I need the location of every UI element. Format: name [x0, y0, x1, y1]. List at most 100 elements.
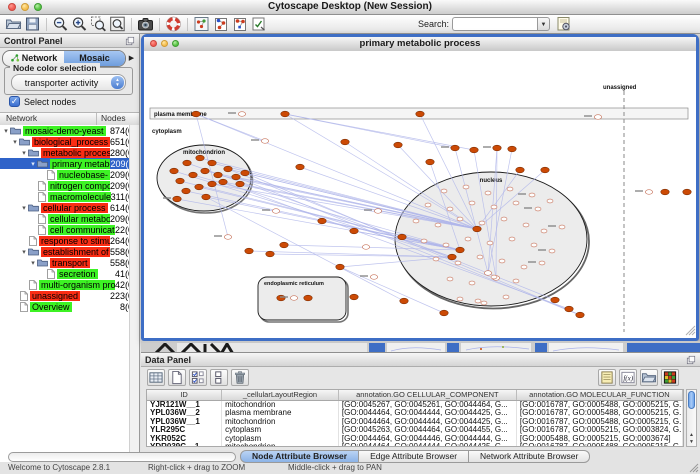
- network-node[interactable]: [208, 181, 216, 187]
- network-node[interactable]: [394, 142, 402, 148]
- network-node[interactable]: [457, 217, 463, 221]
- tree-row-nitrogen-compo[interactable]: nitrogen compo209(0): [0, 180, 139, 191]
- scrollbar-thumb[interactable]: [688, 391, 695, 409]
- network-node[interactable]: [201, 168, 209, 174]
- network-node[interactable]: [318, 218, 326, 224]
- network-node[interactable]: [266, 251, 274, 257]
- zoom-in-icon[interactable]: [71, 16, 88, 32]
- network-node[interactable]: [413, 219, 419, 223]
- network-node[interactable]: [501, 217, 507, 221]
- network-node[interactable]: [508, 146, 516, 152]
- network-node[interactable]: [523, 223, 529, 227]
- heatmap-icon[interactable]: [661, 369, 679, 386]
- network-node[interactable]: [469, 201, 475, 205]
- save-icon[interactable]: [24, 16, 41, 32]
- network-node[interactable]: [487, 241, 493, 245]
- network-node[interactable]: [513, 279, 519, 283]
- network-node[interactable]: [499, 259, 505, 263]
- network-node[interactable]: [400, 298, 408, 304]
- search-input[interactable]: [452, 17, 537, 31]
- network-node[interactable]: [484, 271, 491, 276]
- network-node[interactable]: [350, 228, 358, 234]
- network-node[interactable]: [196, 155, 204, 161]
- expand-arrow-icon[interactable]: ▾: [11, 138, 19, 146]
- network-node[interactable]: [469, 281, 475, 285]
- expand-arrow-icon[interactable]: ▾: [29, 160, 37, 168]
- column-header[interactable]: annotation.GO CELLULAR_COMPONENT: [339, 390, 517, 400]
- network-node[interactable]: [241, 170, 249, 176]
- network-node[interactable]: [683, 189, 691, 195]
- zoom-fit-icon[interactable]: [109, 16, 126, 32]
- network-node[interactable]: [182, 188, 190, 194]
- network-node[interactable]: [479, 221, 485, 225]
- network-node[interactable]: [463, 185, 469, 189]
- network-node[interactable]: [416, 111, 424, 117]
- column-header[interactable]: _cellularLayoutRegion: [222, 390, 339, 400]
- zoom-selected-icon[interactable]: [90, 16, 107, 32]
- open-icon[interactable]: [5, 16, 22, 32]
- tree-row-cellular-process[interactable]: ▾cellular process614(0): [0, 202, 139, 213]
- network-node[interactable]: [245, 248, 253, 254]
- table-scrollbar[interactable]: ▲▼: [686, 389, 697, 447]
- annotation-icon[interactable]: [231, 16, 248, 32]
- expand-arrow-icon[interactable]: ▾: [20, 204, 28, 212]
- network-node[interactable]: [202, 194, 210, 200]
- tree-row-nucleobase-[interactable]: nucleobase-209(0): [0, 169, 139, 180]
- expand-arrow-icon[interactable]: ▾: [20, 248, 28, 256]
- network-node[interactable]: [272, 209, 279, 214]
- network-node[interactable]: [362, 245, 369, 250]
- network-node[interactable]: [531, 243, 537, 247]
- network-node[interactable]: [280, 242, 288, 248]
- network-node[interactable]: [477, 255, 483, 259]
- table-row[interactable]: YDR039C__1mitochondrion[GO:0044464, GO:0…: [147, 443, 683, 447]
- create-attribute-icon[interactable]: [168, 369, 186, 386]
- notes-icon[interactable]: [598, 369, 616, 386]
- network-node[interactable]: [529, 193, 535, 197]
- network-node[interactable]: [541, 167, 549, 173]
- network-node[interactable]: [370, 275, 377, 280]
- network-node[interactable]: [473, 226, 481, 232]
- node-color-dropdown[interactable]: transporter activity ▲▼: [11, 74, 126, 91]
- tree-row-multi-organism-pro[interactable]: multi-organism pro42(0): [0, 279, 139, 290]
- network-node[interactable]: [421, 239, 427, 243]
- expand-arrow-icon[interactable]: ▾: [20, 149, 28, 157]
- select-attributes-icon[interactable]: [147, 369, 165, 386]
- network-node[interactable]: [443, 243, 449, 247]
- network-node[interactable]: [470, 147, 478, 153]
- table-row[interactable]: YLR295Ccytoplasm[GO:0045263, GO:0044464,…: [147, 426, 683, 434]
- network-node[interactable]: [195, 184, 203, 190]
- tree-row-macromolecule[interactable]: macromolecule311(0): [0, 191, 139, 202]
- scrollbar-arrows[interactable]: ▲▼: [687, 432, 696, 446]
- network-node[interactable]: [456, 247, 464, 253]
- network-node[interactable]: [176, 178, 184, 184]
- tree-row-metabolic-process[interactable]: ▾metabolic process280(0): [0, 147, 139, 158]
- tree-row-secretion[interactable]: secretion41(0): [0, 268, 139, 279]
- tree-row-establishment-of-lo[interactable]: ▾establishment of lo558(0): [0, 246, 139, 257]
- tree-row-cell-communicat[interactable]: cell communicat22(0): [0, 224, 139, 235]
- table-row[interactable]: YPL036W__2plasma membrane[GO:0044464, GO…: [147, 409, 683, 417]
- network-node[interactable]: [547, 199, 553, 203]
- network-node[interactable]: [192, 111, 200, 117]
- filter-icon[interactable]: [250, 16, 267, 32]
- network-node[interactable]: [232, 174, 240, 180]
- tree-row-response-to-stimul[interactable]: response to stimul264(0): [0, 235, 139, 246]
- tab-overflow-arrow[interactable]: ▶: [126, 54, 137, 62]
- network-node[interactable]: [350, 294, 358, 300]
- network-node[interactable]: [448, 254, 456, 260]
- network-node[interactable]: [551, 297, 559, 303]
- network-node[interactable]: [509, 237, 515, 241]
- network-node[interactable]: [236, 181, 244, 187]
- tree-row-unassigned[interactable]: unassigned223(0): [0, 290, 139, 301]
- float-panel-icon[interactable]: [686, 355, 696, 365]
- network-node[interactable]: [441, 189, 447, 193]
- help-icon[interactable]: [165, 16, 182, 32]
- unselect-all-attributes-icon[interactable]: [210, 369, 228, 386]
- network-node[interactable]: [224, 166, 232, 172]
- network-node[interactable]: [447, 207, 453, 211]
- network-node[interactable]: [521, 265, 527, 269]
- network-node[interactable]: [645, 190, 652, 195]
- network-node[interactable]: [491, 275, 497, 279]
- network-node[interactable]: [475, 299, 481, 303]
- network-node[interactable]: [304, 295, 312, 301]
- table-row[interactable]: YKR052Ccytoplasm[GO:0044464, GO:0044446,…: [147, 435, 683, 443]
